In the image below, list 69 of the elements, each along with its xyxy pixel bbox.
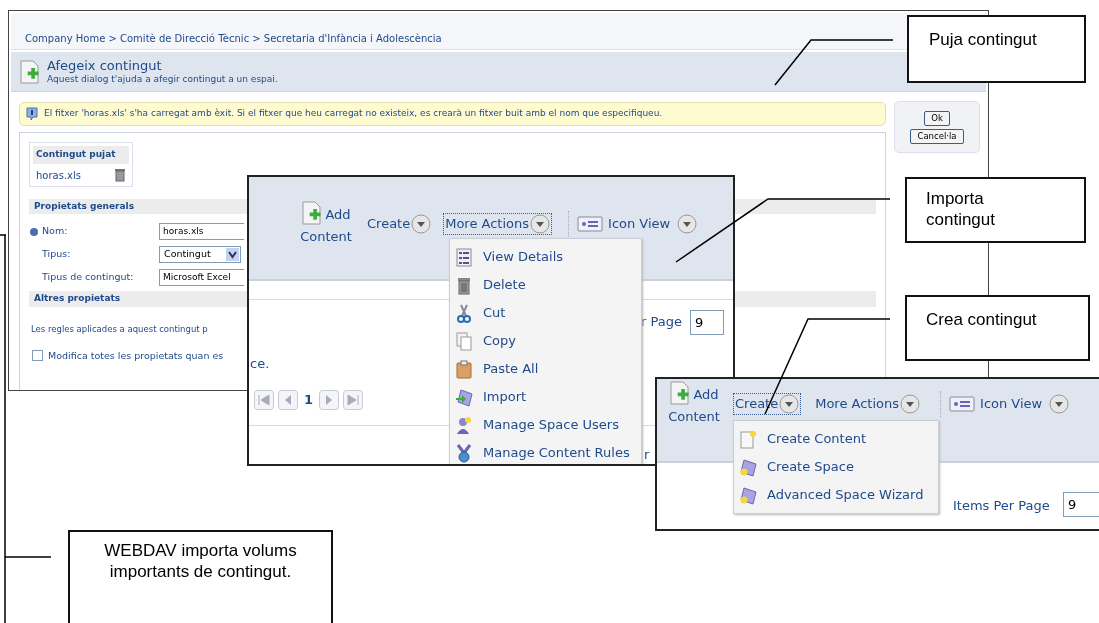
caret-icon (779, 394, 800, 414)
items-per-page-label: Items Per Page (953, 497, 1050, 515)
menu-item[interactable]: Copy (455, 327, 636, 355)
list-icon (455, 247, 473, 267)
field-label: Tipus: (42, 247, 71, 262)
callout-text: Importa contingut (926, 188, 996, 230)
toolbar-button[interactable]: Icon View (575, 213, 700, 235)
menu-item[interactable]: Import (455, 383, 636, 411)
dialog-title: Afegeix contingut (47, 58, 163, 73)
text-field[interactable]: horas.xls (159, 223, 244, 240)
toolbar-button[interactable]: Icon View (947, 393, 1072, 415)
field-label: Tipus de contingut: (42, 270, 134, 285)
medal-icon (455, 443, 473, 463)
add-content-button[interactable]: Add Content (661, 380, 727, 428)
text-fragment: r (644, 446, 650, 464)
file-link[interactable]: horas.xls (36, 167, 81, 183)
menu-item[interactable]: Paste All (455, 355, 636, 383)
first-page-icon (254, 390, 274, 410)
menu-item[interactable]: Create Space (739, 453, 933, 481)
text-field[interactable]: Microsoft Excel (159, 269, 244, 286)
caret-icon (900, 394, 921, 414)
breadcrumb[interactable]: Company Home > Comitè de Direcció Tècnic > Secretaria d'Infància i Adolescència (25, 33, 442, 44)
caret-icon (530, 214, 551, 234)
required-icon (30, 227, 38, 236)
rules-text: Les regles aplicades a aquest contingut p (31, 323, 208, 334)
info-icon (26, 107, 38, 121)
next-page-icon (319, 390, 340, 410)
checkbox[interactable] (32, 350, 43, 362)
callout-text: Puja contingut (929, 29, 1037, 50)
menu-item[interactable]: View Details (455, 243, 636, 271)
trash-icon (455, 275, 473, 295)
type-dropdown[interactable]: Contingut (159, 246, 241, 263)
dialog-button[interactable]: Ok (924, 110, 950, 126)
trash-icon (114, 168, 126, 182)
page-number[interactable]: 1 (302, 390, 316, 410)
menu-item[interactable]: Advanced Space Wizard (739, 481, 933, 509)
text-fragment: ce. (250, 355, 270, 373)
dialog-button[interactable]: Cancel·la (910, 128, 964, 144)
pages-icon (455, 331, 473, 351)
person-icon (455, 415, 473, 435)
caret-icon (226, 248, 239, 261)
dialog-subtitle: Aquest dialog t'ajuda a afegir contingut a un espai. (47, 73, 278, 85)
items-per-page-field[interactable]: 9 (1063, 492, 1099, 517)
cube-star-icon (739, 485, 757, 505)
items-per-page-field[interactable]: 9 (690, 310, 724, 335)
checkbox-label: Modifica totes les propietats quan es (48, 348, 224, 363)
toolbar-button[interactable]: More Actions (813, 393, 923, 415)
id-card-icon (577, 215, 604, 233)
cube-star-icon (739, 457, 757, 477)
items-per-page-label: r Page (641, 313, 682, 331)
last-page-icon (343, 390, 364, 410)
caret-icon (677, 214, 698, 234)
previous-page-icon (278, 390, 298, 410)
toolbar-button[interactable]: More Actions (443, 213, 553, 235)
scissors-icon (455, 303, 473, 323)
menu-item[interactable]: Manage Content Rules (455, 439, 636, 464)
menu-item[interactable]: Create Content (739, 425, 933, 453)
section-heading: Contingut pujat (33, 146, 129, 164)
arrow-icon (455, 387, 473, 407)
id-card-icon (949, 395, 976, 413)
callout-text: WEBDAV importa volums importants de contingut. (103, 540, 298, 582)
menu-item[interactable]: Manage Space Users (455, 411, 636, 439)
toolbar-button[interactable]: Create (365, 213, 434, 235)
clipboard-icon (455, 359, 473, 379)
caret-icon (411, 214, 432, 234)
message-text: El fitxer 'horas.xls' s'ha carregat amb èxit. Si el fitxer que heu carregat no existeix, es crearà un fitxer buit amb el nom que especifiqueu. (44, 107, 663, 121)
callout-text: Crea contingut (926, 309, 1037, 330)
caret-icon (1049, 394, 1070, 414)
field-label: Nom: (42, 224, 68, 239)
